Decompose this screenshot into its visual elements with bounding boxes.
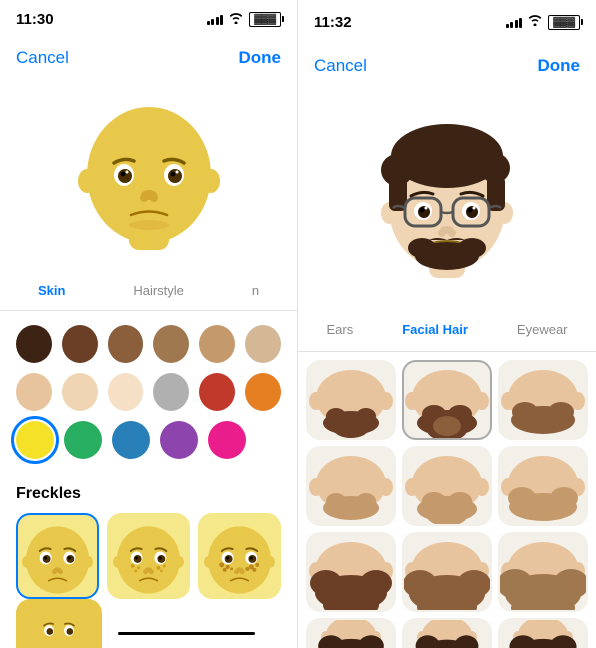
color-swatch-3[interactable]	[108, 325, 144, 363]
freckle-item-medium[interactable]	[198, 513, 281, 599]
color-swatch-12[interactable]	[245, 373, 281, 411]
fh-row-3	[306, 532, 588, 612]
color-swatch-15[interactable]	[112, 421, 150, 459]
color-swatch-4[interactable]	[153, 325, 189, 363]
fh-item-3[interactable]	[498, 360, 588, 440]
color-swatch-6[interactable]	[245, 325, 281, 363]
tab-skin[interactable]: Skin	[32, 277, 71, 304]
fh-item-12[interactable]	[498, 618, 588, 648]
fh-item-5[interactable]	[402, 446, 492, 526]
color-swatch-16[interactable]	[160, 421, 198, 459]
color-swatch-13[interactable]	[16, 421, 54, 459]
freckle-item-none[interactable]	[16, 513, 99, 599]
right-time: 11:32	[314, 14, 352, 31]
left-wifi-icon	[228, 12, 244, 27]
left-bottom-partial	[0, 599, 297, 648]
freckles-row	[16, 513, 281, 599]
right-cancel-button[interactable]: Cancel	[314, 56, 367, 76]
right-battery-icon: ▓▓▓	[548, 15, 580, 30]
color-swatch-9[interactable]	[108, 373, 144, 411]
color-swatch-10[interactable]	[153, 373, 189, 411]
right-signal-icon	[506, 16, 523, 28]
right-status-icons: ▓▓▓	[506, 13, 580, 31]
fh-item-1[interactable]	[306, 360, 396, 440]
tab-eyewear[interactable]: Eyewear	[511, 316, 574, 343]
right-avatar	[367, 118, 527, 278]
left-avatar	[69, 95, 229, 255]
color-swatch-11[interactable]	[199, 373, 235, 411]
fh-row-2	[306, 446, 588, 526]
tab-hairstyle[interactable]: Hairstyle	[127, 277, 190, 304]
color-swatch-17[interactable]	[208, 421, 246, 459]
color-row-3	[16, 421, 281, 459]
freckle-partial-item[interactable]	[16, 599, 102, 648]
left-status-bar: 11:30 ▓▓▓	[0, 0, 297, 39]
fh-item-9[interactable]	[498, 532, 588, 612]
freckle-item-light[interactable]	[107, 513, 190, 599]
color-swatch-7[interactable]	[16, 373, 52, 411]
left-cancel-button[interactable]: Cancel	[16, 48, 69, 68]
freckles-slider[interactable]	[110, 599, 281, 648]
right-wifi-icon	[527, 13, 543, 31]
color-swatch-14[interactable]	[64, 421, 102, 459]
fh-item-8[interactable]	[402, 532, 492, 612]
right-avatar-area	[298, 88, 596, 308]
fh-item-6[interactable]	[498, 446, 588, 526]
fh-row-4	[306, 618, 588, 648]
left-tabs: Skin Hairstyle n	[0, 272, 297, 311]
right-tabs: Ears Facial Hair Eyewear	[298, 308, 596, 352]
fh-item-11[interactable]	[402, 618, 492, 648]
right-panel: 11:32 ▓▓▓ Cancel Done	[298, 0, 596, 648]
color-swatch-5[interactable]	[199, 325, 235, 363]
color-swatch-2[interactable]	[62, 325, 98, 363]
fh-item-2[interactable]	[402, 360, 492, 440]
tab-facial-hair[interactable]: Facial Hair	[396, 316, 474, 343]
freckles-label: Freckles	[16, 485, 281, 503]
left-done-button[interactable]: Done	[239, 48, 282, 68]
left-panel: 11:30 ▓▓▓ Cancel Done	[0, 0, 298, 648]
left-avatar-area	[0, 78, 297, 272]
color-row-1	[16, 325, 281, 363]
tab-left-misc[interactable]: n	[246, 277, 265, 304]
color-swatch-1[interactable]	[16, 325, 52, 363]
fh-row-1	[306, 360, 588, 440]
facial-hair-grid	[298, 352, 596, 648]
fh-item-7[interactable]	[306, 532, 396, 612]
color-row-2	[16, 373, 281, 411]
right-nav-bar: Cancel Done	[298, 44, 596, 88]
tab-ears[interactable]: Ears	[320, 316, 359, 343]
color-swatch-8[interactable]	[62, 373, 98, 411]
freckles-section: Freckles	[0, 477, 297, 599]
right-status-bar: 11:32 ▓▓▓	[298, 0, 596, 44]
left-status-icons: ▓▓▓	[207, 12, 281, 27]
right-done-button[interactable]: Done	[538, 56, 581, 76]
color-grid	[0, 311, 297, 477]
fh-item-4[interactable]	[306, 446, 396, 526]
fh-item-10[interactable]	[306, 618, 396, 648]
left-nav-bar: Cancel Done	[0, 39, 297, 78]
left-signal-icon	[207, 13, 224, 25]
left-battery-icon: ▓▓▓	[249, 12, 281, 27]
left-time: 11:30	[16, 11, 54, 28]
